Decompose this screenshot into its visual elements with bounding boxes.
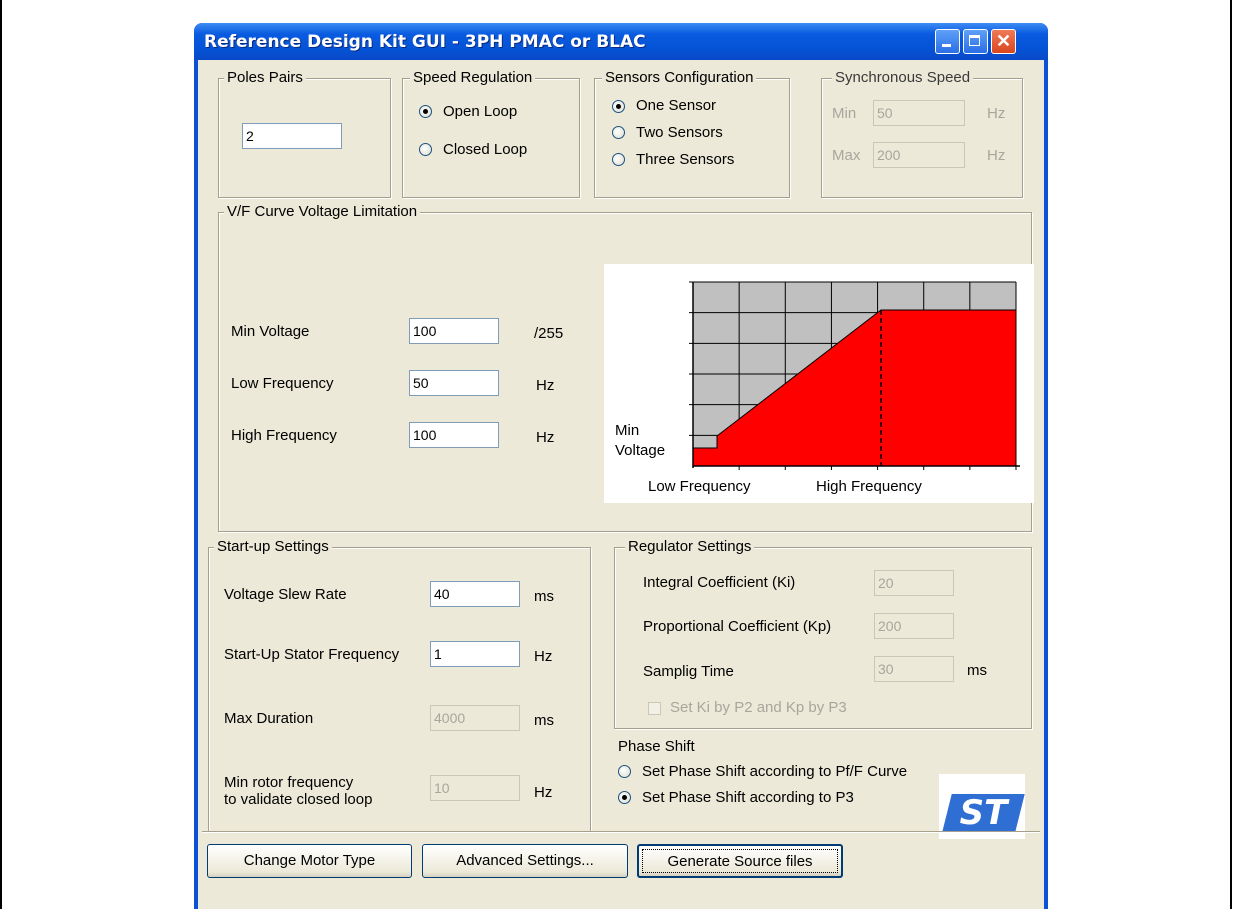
close-icon: ✕ [995,31,1012,51]
min-voltage-unit: /255 [534,325,564,342]
low-frequency-label: Low Frequency [231,375,334,392]
slew-rate-input[interactable] [430,581,520,607]
startup-group: Start-up Settings Voltage Slew Rate ms S… [208,538,591,832]
min-rotor-unit: Hz [534,784,553,801]
ki-label: Integral Coefficient (Ki) [643,574,796,591]
kp-input[interactable] [874,613,954,639]
vf-curve-chart: Min Voltage Low Frequency High Frequency [604,264,1034,503]
title-bar[interactable]: Reference Design Kit GUI - 3PH PMAC or B… [194,23,1048,60]
close-button[interactable]: ✕ [991,29,1016,54]
min-rotor-label-2: to validate closed loop [224,791,373,808]
chart-xlabel-low: Low Frequency [648,478,751,495]
one-sensor-label: One Sensor [636,97,717,114]
change-motor-type-button[interactable]: Change Motor Type [207,844,412,878]
sensors-legend: Sensors Configuration [602,69,757,87]
speed-regulation-legend: Speed Regulation [410,69,536,87]
min-rotor-label-1: Min rotor frequency [224,774,354,791]
generate-source-files-label: Generate Source files [667,853,813,870]
change-motor-type-label: Change Motor Type [243,852,376,869]
sampling-time-input[interactable] [874,656,954,682]
regulator-group: Regulator Settings Integral Coefficient … [614,538,1032,729]
min-rotor-input[interactable] [430,775,520,801]
sensors-group: Sensors Configuration One Sensor Two Sen… [594,69,790,198]
radio-three-sensors[interactable] [612,153,625,166]
low-frequency-unit: Hz [536,377,555,394]
ki-kp-checkbox[interactable] [648,702,661,715]
poles-legend: Poles Pairs [224,69,306,87]
kp-label: Proportional Coefficient (Kp) [643,618,832,635]
radio-open-loop[interactable] [419,105,432,118]
high-frequency-label: High Frequency [231,427,337,444]
startup-legend: Start-up Settings [214,538,332,556]
stator-frequency-unit: Hz [534,648,553,665]
st-logo: ST [939,774,1025,839]
three-sensors-label: Three Sensors [636,151,735,168]
sync-min-input[interactable] [873,100,965,126]
phase-shift-curve-label: Set Phase Shift according to Pf/F Curve [642,763,908,780]
vf-curve-svg [689,281,1020,470]
max-duration-input[interactable] [430,705,520,731]
two-sensors-label: Two Sensors [636,124,723,141]
phase-shift-label: Phase Shift [618,738,695,755]
max-duration-unit: ms [534,712,554,729]
min-voltage-input[interactable] [409,318,499,344]
stator-frequency-input[interactable] [430,641,520,667]
radio-two-sensors[interactable] [612,126,625,139]
open-loop-label: Open Loop [443,103,518,120]
slew-rate-label: Voltage Slew Rate [224,586,347,603]
speed-regulation-group: Speed Regulation Open Loop Closed Loop [402,69,580,198]
sampling-time-unit: ms [967,662,987,679]
client-area: Poles Pairs Speed Regulation Open Loop C… [198,60,1044,909]
window-title: Reference Design Kit GUI - 3PH PMAC or B… [204,32,646,52]
closed-loop-label: Closed Loop [443,141,528,158]
poles-pairs-input[interactable] [242,123,342,149]
sync-min-label: Min [832,105,857,122]
sync-max-input[interactable] [873,142,965,168]
sync-max-unit: Hz [987,147,1006,164]
bottom-separator [202,831,1040,832]
phase-shift-p3-label: Set Phase Shift according to P3 [642,789,854,806]
radio-phase-shift-p3[interactable] [618,791,631,804]
chart-xlabel-high: High Frequency [816,478,922,495]
sync-speed-legend: Synchronous Speed [832,69,974,87]
radio-closed-loop[interactable] [419,143,432,156]
regulator-legend: Regulator Settings [625,538,755,556]
max-duration-label: Max Duration [224,710,314,727]
advanced-settings-button[interactable]: Advanced Settings... [422,844,628,878]
vf-curve-legend: V/F Curve Voltage Limitation [224,203,421,221]
radio-phase-shift-curve[interactable] [618,765,631,778]
st-logo-text: ST [959,793,1008,833]
radio-one-sensor[interactable] [612,100,625,113]
generate-source-files-button[interactable]: Generate Source files [637,844,843,878]
sync-speed-group: Synchronous Speed Min Hz Max Hz [821,69,1023,198]
min-voltage-label: Min Voltage [231,323,310,340]
ki-kp-checkbox-label: Set Ki by P2 and Kp by P3 [670,699,847,716]
sync-min-unit: Hz [987,105,1006,122]
minimize-button[interactable] [935,29,960,54]
slew-rate-unit: ms [534,588,554,605]
chart-ylabel-min: Min [615,422,640,439]
chart-ylabel-voltage: Voltage [615,442,666,459]
app-window: Reference Design Kit GUI - 3PH PMAC or B… [194,23,1048,909]
sync-max-label: Max [832,147,861,164]
sampling-time-label: Samplig Time [643,663,734,680]
high-frequency-input[interactable] [409,422,499,448]
stator-frequency-label: Start-Up Stator Frequency [224,646,400,663]
maximize-button[interactable] [963,29,988,54]
poles-group: Poles Pairs [218,69,391,198]
high-frequency-unit: Hz [536,429,555,446]
ki-input[interactable] [874,570,954,596]
advanced-settings-label: Advanced Settings... [456,852,594,869]
low-frequency-input[interactable] [409,370,499,396]
